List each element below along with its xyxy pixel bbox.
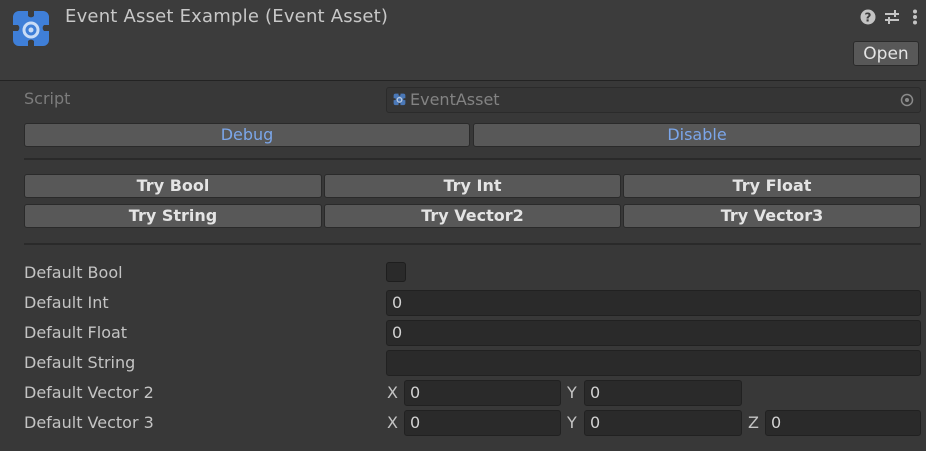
event-asset-icon xyxy=(13,11,49,46)
default-bool-label: Default Bool xyxy=(24,263,123,282)
default-bool-checkbox[interactable] xyxy=(386,262,406,282)
object-picker-icon[interactable] xyxy=(900,93,914,107)
vector3-y-label: Y xyxy=(567,413,577,432)
vector2-x-field[interactable]: 0 xyxy=(404,380,561,406)
vector2-x-label: X xyxy=(387,383,398,402)
default-float-label: Default Float xyxy=(24,323,128,342)
default-float-field[interactable]: 0 xyxy=(386,320,921,346)
default-vector3-label: Default Vector 3 xyxy=(24,413,154,432)
try-int-button[interactable]: Try Int xyxy=(324,174,621,198)
default-vector2-label: Default Vector 2 xyxy=(24,383,154,402)
script-label: Script xyxy=(24,89,71,108)
try-vector3-button[interactable]: Try Vector3 xyxy=(623,204,921,228)
try-vector2-button[interactable]: Try Vector2 xyxy=(324,204,621,228)
script-asset-icon xyxy=(393,93,406,106)
vector2-y-label: Y xyxy=(567,383,577,402)
try-string-button[interactable]: Try String xyxy=(24,204,322,228)
try-bool-button[interactable]: Try Bool xyxy=(24,174,322,198)
vector3-z-label: Z xyxy=(748,413,759,432)
try-float-button[interactable]: Try Float xyxy=(623,174,921,198)
default-int-field[interactable]: 0 xyxy=(386,290,921,316)
open-button[interactable]: Open xyxy=(853,41,919,66)
vector3-y-field[interactable]: 0 xyxy=(584,410,742,436)
default-string-field[interactable] xyxy=(386,350,921,376)
script-value: EventAsset xyxy=(410,90,500,109)
inspector-title: Event Asset Example (Event Asset) xyxy=(65,6,389,27)
settings-sliders-icon[interactable] xyxy=(884,9,900,25)
default-int-label: Default Int xyxy=(24,293,109,312)
svg-text:?: ? xyxy=(865,11,872,25)
more-vertical-icon[interactable] xyxy=(911,9,919,25)
separator xyxy=(24,158,921,160)
debug-button[interactable]: Debug xyxy=(24,123,470,147)
vector3-x-label: X xyxy=(387,413,398,432)
separator xyxy=(24,243,921,245)
help-icon[interactable]: ? xyxy=(860,9,876,25)
inspector-header: Event Asset Example (Event Asset) ? Open xyxy=(0,0,926,81)
disable-button[interactable]: Disable xyxy=(473,123,921,147)
vector3-x-field[interactable]: 0 xyxy=(404,410,561,436)
vector3-z-field[interactable]: 0 xyxy=(765,410,921,436)
script-object-field[interactable]: EventAsset xyxy=(386,87,921,113)
vector2-y-field[interactable]: 0 xyxy=(584,380,742,406)
default-string-label: Default String xyxy=(24,353,136,372)
